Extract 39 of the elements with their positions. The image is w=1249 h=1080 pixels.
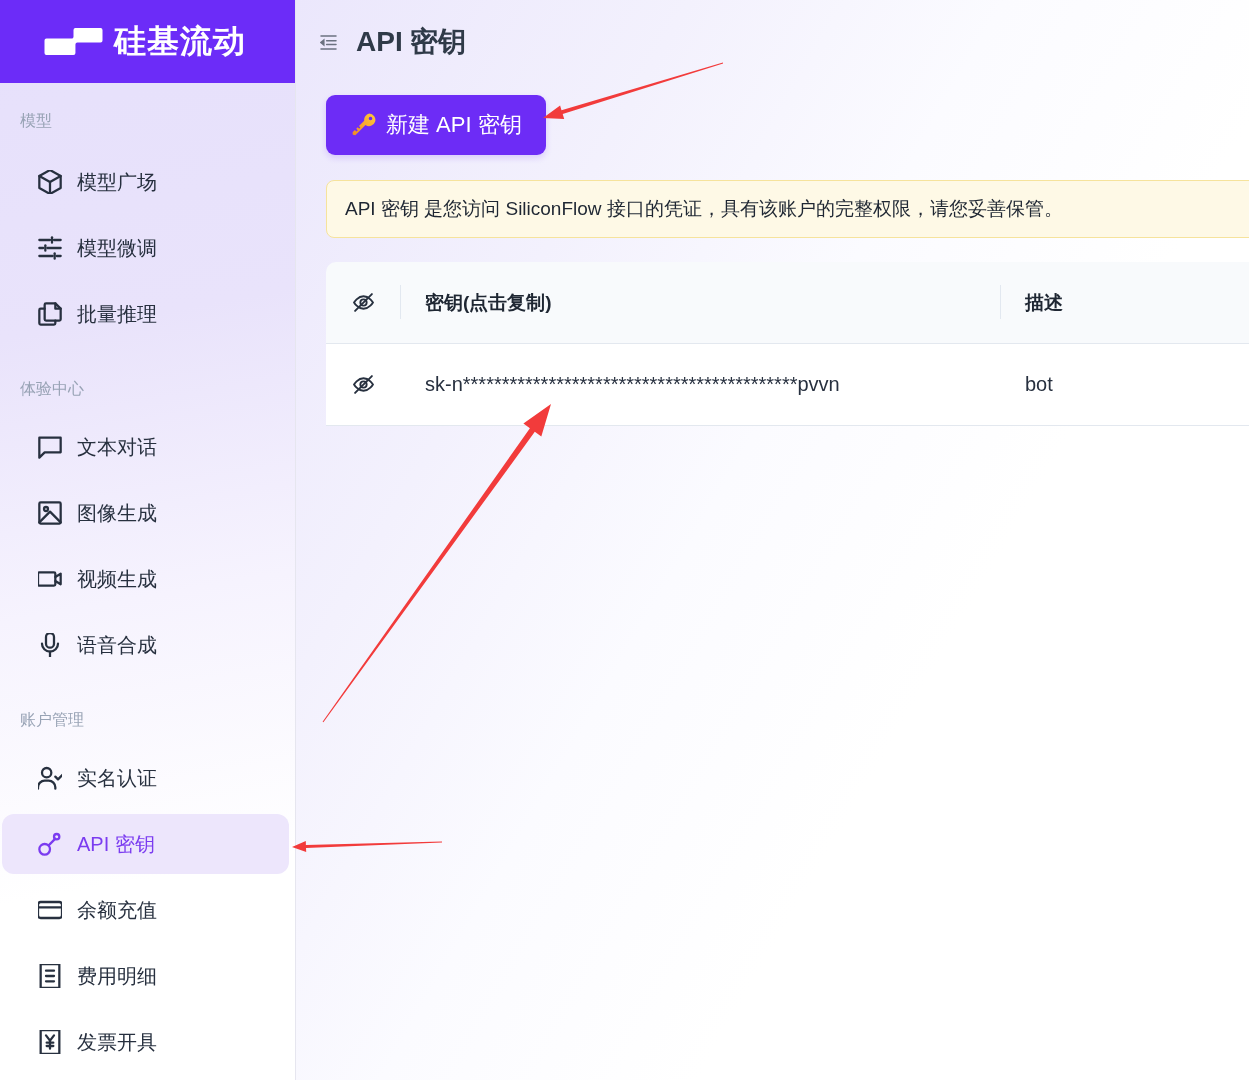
section-label: 模型 bbox=[19, 111, 53, 131]
credit-card-icon bbox=[38, 898, 62, 922]
sidebar-item[interactable]: 图像生成 bbox=[2, 483, 289, 543]
sidebar-item[interactable]: 模型广场 bbox=[2, 152, 289, 212]
microphone-icon bbox=[38, 633, 62, 657]
receipt-icon bbox=[38, 964, 62, 988]
sidebar-item[interactable]: 文本对话 bbox=[2, 417, 289, 477]
brand-name: 硅基流动 bbox=[114, 21, 246, 61]
sidebar-item[interactable]: 视频生成 bbox=[2, 549, 289, 609]
cube-icon bbox=[38, 170, 62, 194]
eye-off-icon[interactable] bbox=[352, 293, 374, 312]
sliders-icon bbox=[38, 236, 62, 260]
table-cell[interactable]: sk-n*******************************************pvvn bbox=[400, 344, 1000, 425]
section-label: 体验中心 bbox=[19, 379, 85, 399]
sidebar-item[interactable]: 费用明细 bbox=[2, 946, 289, 1006]
table-cell-text: bot bbox=[1024, 372, 1054, 397]
section-label: 账户管理 bbox=[19, 710, 85, 730]
column-header: 密钥(点击复制) bbox=[400, 262, 1000, 343]
page-title: API 密钥 bbox=[356, 25, 467, 59]
menu-collapse-icon[interactable] bbox=[320, 34, 337, 50]
info-banner: API 密钥 是您访问 SiliconFlow 接口的凭证，具有该账户的完整权限，请您妥善保管。 bbox=[326, 180, 1249, 238]
chat-icon bbox=[38, 435, 62, 459]
image-icon bbox=[38, 501, 62, 525]
sidebar-item[interactable]: API 密钥 bbox=[2, 814, 289, 874]
logo-icon bbox=[43, 27, 104, 56]
sidebar-item[interactable]: 批量推理 bbox=[2, 284, 289, 344]
eye-off-icon[interactable] bbox=[352, 375, 374, 394]
sidebar-item[interactable]: 余额充值 bbox=[2, 880, 289, 940]
sidebar-item[interactable]: 模型微调 bbox=[2, 218, 289, 278]
sidebar-item[interactable]: 发票开具 bbox=[2, 1012, 289, 1072]
key-icon bbox=[352, 113, 376, 137]
sidebar-item[interactable]: 实名认证 bbox=[2, 748, 289, 808]
yen-receipt-icon bbox=[38, 1030, 62, 1054]
create-key-button[interactable]: 新建 API 密钥 bbox=[326, 95, 546, 155]
copy-icon bbox=[38, 302, 62, 326]
sidebar-item[interactable]: 语音合成 bbox=[2, 615, 289, 675]
column-header: 描述 bbox=[1000, 262, 1249, 343]
key-icon bbox=[38, 832, 62, 856]
user-check-icon bbox=[38, 766, 62, 790]
